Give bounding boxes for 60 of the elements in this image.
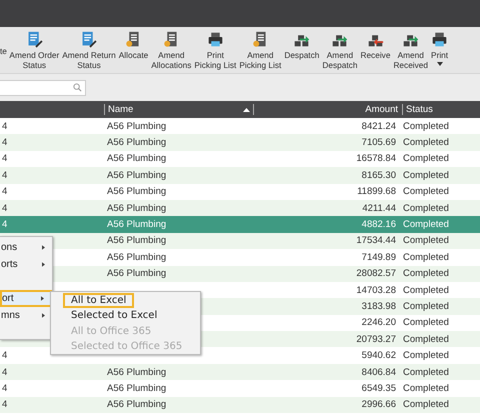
table-cell: Completed (403, 317, 449, 328)
table-cell: A56 Plumbing (107, 268, 166, 280)
table-cell: 4 (2, 350, 8, 362)
table-cell: 4 (2, 186, 8, 198)
table-cell: Completed (403, 120, 449, 132)
table-cell: 2246.20 (362, 317, 396, 328)
table-cell: Completed (403, 268, 449, 280)
table-cell: 3183.98 (362, 300, 396, 312)
table-cell: 17534.44 (356, 235, 396, 246)
table-cell: A56 Plumbing (107, 399, 166, 410)
table-cell: Completed (403, 284, 449, 296)
table-cell: 4882.16 (362, 219, 396, 230)
table-cell: 7105.69 (362, 137, 396, 148)
table-cell: A56 Plumbing (107, 202, 166, 214)
table-cell: A56 Plumbing (107, 382, 166, 394)
table-cell: A56 Plumbing (107, 186, 166, 198)
table-cell: Completed (403, 186, 449, 198)
table-cell: 8165.30 (362, 170, 396, 181)
table-cell: 4 (2, 170, 8, 181)
table-cell: Completed (403, 334, 449, 345)
table-cell: A56 Plumbing (107, 219, 166, 230)
table-cell: 11899.68 (357, 186, 396, 198)
table-cell: 2996.66 (362, 399, 396, 410)
table-cell: 14703.28 (356, 284, 396, 296)
table-cell: Completed (403, 202, 449, 214)
table-cell: 4 (2, 202, 8, 214)
table-cell: Completed (403, 366, 449, 378)
table-cell: 7149.89 (362, 252, 396, 263)
table-cell: A56 Plumbing (107, 120, 166, 132)
table-cell: 16578.84 (356, 153, 396, 164)
table-cell: 4 (2, 153, 8, 164)
table-cell: Completed (403, 170, 449, 181)
table-cell: 6549.35 (362, 382, 396, 394)
table-cell: 5940.62 (362, 350, 396, 362)
table-cell: Completed (403, 350, 449, 362)
table-cell: 4 (2, 219, 8, 230)
table-cell: A56 Plumbing (107, 137, 166, 148)
table-cell: Completed (403, 300, 449, 312)
table-cell: 4 (2, 137, 8, 148)
table-cell: 4211.44 (362, 202, 396, 214)
table-cell: Completed (403, 219, 449, 230)
table-cell: 4 (2, 382, 8, 394)
table-cell: 8406.84 (362, 366, 396, 378)
table-cell: A56 Plumbing (107, 153, 166, 164)
table-cell: 4 (2, 366, 8, 378)
table-cell: 4 (2, 399, 8, 410)
table-cell: Completed (403, 137, 449, 148)
table-cell: Completed (403, 399, 449, 410)
table-cell: 4 (2, 120, 8, 132)
table-cell: 8421.24 (362, 120, 396, 132)
table-cell: A56 Plumbing (107, 235, 166, 246)
table-cell: 28082.57 (356, 268, 396, 280)
table-cell: A56 Plumbing (107, 170, 166, 181)
table-cell: 20793.27 (356, 334, 396, 345)
table-cell: Completed (403, 252, 449, 263)
table-cell: Completed (403, 382, 449, 394)
table-cell: A56 Plumbing (107, 366, 166, 378)
table-cell: A56 Plumbing (107, 252, 166, 263)
table-cell: Completed (403, 153, 449, 164)
table-cell: Completed (403, 235, 449, 246)
